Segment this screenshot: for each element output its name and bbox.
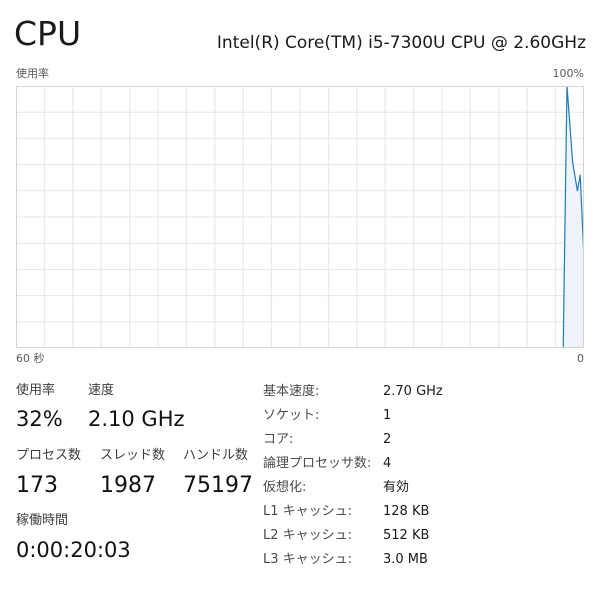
utilization-value: 32% bbox=[16, 407, 63, 431]
spec-value-logical-processors: 4 bbox=[383, 456, 392, 471]
cpu-usage-chart bbox=[16, 86, 584, 348]
spec-label-virtualization: 仮想化: bbox=[263, 480, 307, 495]
processes-label: プロセス数 bbox=[16, 448, 82, 463]
spec-value-cores: 2 bbox=[383, 432, 392, 447]
graph-y-label: 使用率 bbox=[16, 67, 49, 80]
spec-label-l2-cache: L2 キャッシュ: bbox=[263, 528, 353, 543]
uptime-value: 0:00:20:03 bbox=[16, 538, 131, 562]
spec-value-base-speed: 2.70 GHz bbox=[383, 384, 443, 399]
spec-value-l2-cache: 512 KB bbox=[383, 528, 430, 543]
graph-x-start-label: 60 秒 bbox=[16, 352, 45, 365]
spec-value-sockets: 1 bbox=[383, 408, 392, 423]
spec-label-l3-cache: L3 キャッシュ: bbox=[263, 552, 353, 567]
graph-x-end-label: 0 bbox=[577, 352, 584, 365]
speed-label: 速度 bbox=[88, 383, 115, 398]
utilization-label: 使用率 bbox=[16, 383, 56, 398]
spec-label-logical-processors: 論理プロセッサ数: bbox=[263, 456, 372, 471]
spec-label-sockets: ソケット: bbox=[263, 408, 320, 423]
threads-label: スレッド数 bbox=[100, 448, 166, 463]
graph-y-max-label: 100% bbox=[552, 67, 584, 80]
page-title: CPU bbox=[14, 14, 82, 53]
spec-label-l1-cache: L1 キャッシュ: bbox=[263, 504, 353, 519]
handles-label: ハンドル数 bbox=[183, 448, 249, 463]
spec-value-l3-cache: 3.0 MB bbox=[383, 552, 428, 567]
spec-value-l1-cache: 128 KB bbox=[383, 504, 430, 519]
handles-value: 75197 bbox=[183, 473, 253, 498]
speed-value: 2.10 GHz bbox=[88, 407, 185, 431]
spec-value-virtualization: 有効 bbox=[383, 480, 410, 495]
spec-label-base-speed: 基本速度: bbox=[263, 384, 320, 399]
cpu-usage-graph bbox=[16, 86, 584, 348]
spec-label-cores: コア: bbox=[263, 432, 294, 447]
processor-name: Intel(R) Core(TM) i5-7300U CPU @ 2.60GHz bbox=[216, 33, 586, 53]
threads-value: 1987 bbox=[100, 473, 156, 498]
processes-value: 173 bbox=[16, 473, 58, 498]
uptime-label: 稼働時間 bbox=[16, 513, 69, 528]
